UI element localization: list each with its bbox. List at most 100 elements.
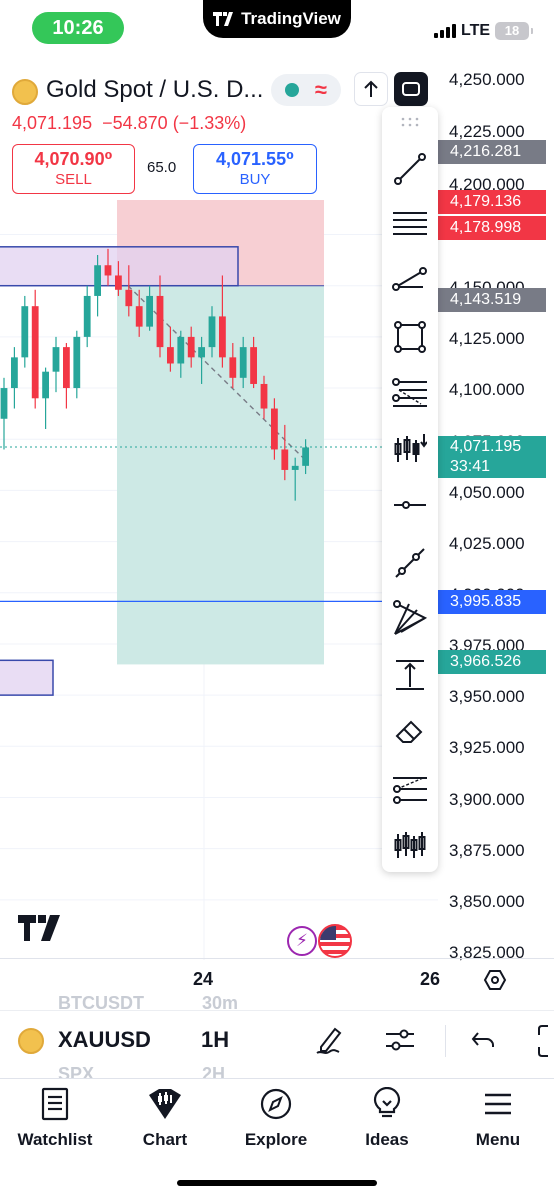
pitchfork-tool[interactable] [382, 259, 438, 299]
sell-button[interactable]: 4,070.90⁰ SELL [12, 144, 135, 194]
fib-retracement-tool[interactable] [382, 373, 438, 413]
trend-line-tool[interactable] [382, 149, 438, 189]
fib-fan-icon [393, 600, 428, 635]
status-right: LTE 18 [434, 22, 534, 40]
gold-symbol-icon[interactable] [12, 79, 38, 105]
axis-price-badge-value: 4,178.998 [450, 219, 522, 236]
candle-body [146, 295, 153, 327]
axis-price-badge: 4,179.136 [438, 190, 546, 214]
candle-body [31, 306, 39, 399]
price-change-pct: (−1.33%) [172, 113, 247, 133]
sell-label: SELL [55, 171, 92, 188]
nav-explore-label: Explore [244, 1130, 308, 1149]
axis-price-label: 4,125.000 [449, 329, 525, 348]
nav-chart[interactable]: Chart [115, 1087, 215, 1150]
bars-pattern-icon [394, 832, 426, 858]
undo-icon[interactable] [470, 1029, 496, 1051]
us-flag-event-icon[interactable] [318, 924, 352, 958]
candle-body [83, 295, 91, 337]
candle-body [42, 371, 49, 399]
nav-explore[interactable]: Explore [226, 1087, 326, 1150]
price-range-tool[interactable] [382, 655, 438, 695]
indicators-settings-icon[interactable] [384, 1025, 416, 1055]
buy-button[interactable]: 4,071.55⁰ BUY [193, 144, 317, 194]
horizontal-ray-icon [394, 501, 426, 509]
axis-price-label: 3,850.000 [449, 892, 525, 911]
fullscreen-icon [402, 82, 420, 96]
candle-body [135, 306, 143, 327]
axis-price-label: 4,050.000 [449, 483, 525, 502]
fullscreen-corner-icon[interactable] [536, 1024, 554, 1058]
axis-price-badge: 3,966.526 [438, 650, 546, 674]
bars-pattern-tool[interactable] [382, 825, 438, 865]
axis-price-badge-value: 4,143.519 [450, 291, 522, 308]
price-chart[interactable] [0, 200, 438, 960]
menu-icon [485, 1093, 511, 1115]
time-axis-label: 24 [193, 969, 214, 989]
status-time: 10:26 [32, 12, 124, 44]
rectangle-tool[interactable] [382, 317, 438, 357]
axis-price-badge-value: 4,179.136 [450, 193, 522, 210]
candle-body [104, 265, 112, 276]
nav-watchlist[interactable]: Watchlist [5, 1087, 105, 1150]
trend-line-icon [394, 153, 426, 185]
candle-body [21, 306, 29, 358]
nav-menu[interactable]: Menu [448, 1087, 548, 1150]
ray-icon [395, 548, 425, 578]
candle-body [156, 295, 164, 348]
axis-price-label: 3,925.000 [449, 738, 525, 757]
eraser-tool[interactable] [382, 711, 438, 751]
axis-price-label: 4,025.000 [449, 534, 525, 553]
fullscreen-button[interactable] [394, 72, 428, 106]
axis-price-badge: 4,216.281 [438, 140, 546, 164]
timeframe-selector[interactable]: 1H [201, 1027, 229, 1053]
axis-countdown: 33:41 [450, 458, 491, 475]
symbol-selector[interactable]: XAUUSD [58, 1027, 151, 1053]
candle-body [0, 388, 8, 419]
price-quote: 4,071.195 −54.870 (−1.33%) [12, 113, 246, 134]
candle-body [198, 347, 205, 358]
axis-price-badge: 3,995.835 [438, 590, 546, 614]
candle-body [177, 336, 185, 364]
nav-watchlist-label: Watchlist [17, 1130, 93, 1149]
candle-body [291, 465, 299, 470]
axis-price-badge-value: 4,216.281 [450, 143, 522, 160]
lightbulb-icon [373, 1086, 401, 1118]
pen-drawing-icon[interactable] [313, 1023, 347, 1057]
drag-handle-icon[interactable] [400, 117, 420, 127]
wave-icon: ≈ [314, 77, 327, 102]
market-status-pill[interactable]: ≈ [271, 74, 341, 106]
candle-body [52, 347, 60, 372]
symbol-toolbar: XAUUSD 1H [0, 1010, 554, 1070]
axis-price-label: 4,100.000 [449, 380, 525, 399]
horizontal-lines-tool[interactable] [382, 204, 438, 244]
axis-price-badge: 4,143.519 [438, 288, 546, 312]
time-axis-divider [0, 958, 554, 959]
candle-body [73, 336, 81, 389]
fib-retracement-icon [392, 378, 427, 407]
nav-ideas[interactable]: Ideas [337, 1086, 437, 1150]
axis-price-badge-value: 3,966.526 [450, 653, 522, 670]
battery-icon: 18 [495, 22, 534, 40]
ray-tool[interactable] [382, 543, 438, 583]
parallel-channel-tool[interactable] [382, 769, 438, 809]
candle-body [281, 449, 289, 470]
long-position-tool[interactable] [382, 429, 438, 469]
candle-body [239, 347, 247, 378]
symbol-name[interactable]: Gold Spot / U.S. D... [46, 76, 263, 104]
nav-chart-label: Chart [142, 1130, 188, 1149]
demand-zone [0, 659, 54, 696]
settings-hexagon-icon[interactable] [483, 968, 507, 992]
arrow-up-button[interactable] [354, 72, 388, 106]
spread-value: 65.0 [147, 159, 177, 176]
flash-event-icon[interactable]: ⚡ [287, 926, 317, 956]
compass-icon [260, 1088, 292, 1120]
axis-price-badge: 4,071.195 33:41 [438, 436, 546, 478]
watchlist-icon [41, 1087, 69, 1121]
arrow-up-icon [364, 80, 378, 97]
buy-price: 4,071.55⁰ [216, 149, 294, 169]
candle-body [260, 383, 268, 409]
fib-fan-tool[interactable] [382, 599, 438, 639]
home-indicator [177, 1180, 377, 1186]
horizontal-ray-tool[interactable] [382, 485, 438, 525]
